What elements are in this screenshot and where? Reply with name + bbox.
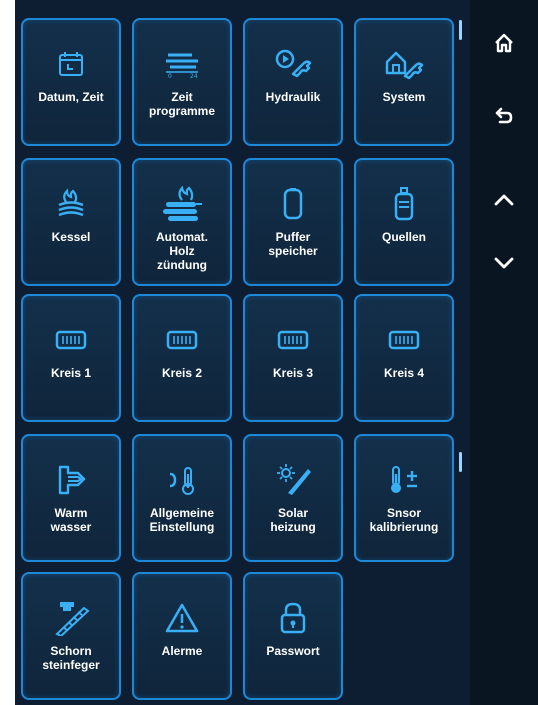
menu-tile-label: Zeit programme <box>148 90 216 118</box>
back-button[interactable] <box>470 88 538 148</box>
menu-tile-label: Kreis 1 <box>50 366 92 380</box>
scroll-up-button[interactable] <box>470 172 538 232</box>
menu-tile-kreis-3[interactable]: Kreis 3 <box>243 294 343 422</box>
menu-tile-label: Warm wasser <box>50 506 92 534</box>
warning-icon <box>160 598 204 638</box>
radiator-icon <box>271 320 315 360</box>
menu-tile-label: System <box>382 90 426 104</box>
calendar-icon <box>49 44 93 84</box>
menu-tile-label: Quellen <box>381 230 426 244</box>
menu-tile-system[interactable]: System <box>354 18 454 146</box>
chimney-ladder-icon <box>49 598 93 638</box>
wood-ignition-icon <box>160 184 204 224</box>
thermometer-plusminus-icon <box>382 460 426 500</box>
house-wrench-icon <box>382 44 426 84</box>
lock-icon <box>271 598 315 638</box>
menu-tile-automat-holz[interactable]: Automat. Holz zündung <box>132 158 232 286</box>
home-icon <box>493 32 515 59</box>
menu-tile-label: Datum, Zeit <box>38 90 104 104</box>
menu-tile-label: Kreis 2 <box>161 366 203 380</box>
schedule-icon: 0 24 <box>160 44 204 84</box>
radiator-icon <box>382 320 426 360</box>
sidebar <box>470 0 538 705</box>
menu-tile-label: Snsor kalibrierung <box>369 506 439 534</box>
menu-tile-kreis-4[interactable]: Kreis 4 <box>354 294 454 422</box>
radiator-icon <box>160 320 204 360</box>
menu-tile-label: Kreis 4 <box>383 366 425 380</box>
faucet-icon <box>49 460 93 500</box>
svg-text:0: 0 <box>168 73 172 79</box>
chevron-up-icon <box>493 193 515 212</box>
menu-tile-label: Kreis 3 <box>272 366 314 380</box>
menu-tile-passwort[interactable]: Passwort <box>243 572 343 700</box>
menu-tile-zeitprogramme[interactable]: 0 24 Zeit programme <box>132 18 232 146</box>
menu-tile-quellen[interactable]: Quellen <box>354 158 454 286</box>
menu-tile-kreis-2[interactable]: Kreis 2 <box>132 294 232 422</box>
menu-tile-label: Schorn steinfeger <box>42 644 100 672</box>
menu-tile-label: Allgemeine Einstellung <box>149 506 215 534</box>
menu-tile-allgemeine[interactable]: Allgemeine Einstellung <box>132 434 232 562</box>
menu-grid: Datum, Zeit 0 24 Zeit programme Hydraulik Sys… <box>15 0 470 705</box>
menu-tile-solarheizung[interactable]: Solar heizung <box>243 434 343 562</box>
back-icon <box>493 105 515 132</box>
boiler-flame-icon <box>49 184 93 224</box>
screen: Datum, Zeit 0 24 Zeit programme Hydraulik Sys… <box>15 0 538 705</box>
menu-tile-schornsteinfeger[interactable]: Schorn steinfeger <box>21 572 121 700</box>
scroll-indicator-bottom[interactable] <box>459 452 462 472</box>
menu-tile-kreis-1[interactable]: Kreis 1 <box>21 294 121 422</box>
menu-tile-label: Hydraulik <box>265 90 321 104</box>
menu-tile-warmwasser[interactable]: Warm wasser <box>21 434 121 562</box>
moon-thermometer-icon <box>160 460 204 500</box>
scroll-down-button[interactable] <box>470 235 538 295</box>
buffer-tank-icon <box>271 184 315 224</box>
radiator-icon <box>49 320 93 360</box>
menu-tile-label: Kessel <box>51 230 91 244</box>
solar-panel-icon <box>271 460 315 500</box>
menu-tile-label: Alerme <box>161 644 203 658</box>
gas-canister-icon <box>382 184 426 224</box>
menu-tile-datum-zeit[interactable]: Datum, Zeit <box>21 18 121 146</box>
menu-tile-label: Automat. Holz zündung <box>156 230 208 272</box>
svg-text:24: 24 <box>190 73 198 79</box>
menu-tile-label: Passwort <box>266 644 320 658</box>
menu-tile-pufferspeicher[interactable]: Puffer speicher <box>243 158 343 286</box>
menu-tile-snsor[interactable]: Snsor kalibrierung <box>354 434 454 562</box>
menu-tile-kessel[interactable]: Kessel <box>21 158 121 286</box>
home-button[interactable] <box>470 15 538 75</box>
chevron-down-icon <box>493 256 515 275</box>
menu-tile-label: Puffer speicher <box>268 230 318 258</box>
menu-tile-alarme[interactable]: Alerme <box>132 572 232 700</box>
menu-tile-hydraulik[interactable]: Hydraulik <box>243 18 343 146</box>
menu-tile-label: Solar heizung <box>270 506 316 534</box>
scroll-indicator-top[interactable] <box>459 20 462 40</box>
pump-wrench-icon <box>271 44 315 84</box>
